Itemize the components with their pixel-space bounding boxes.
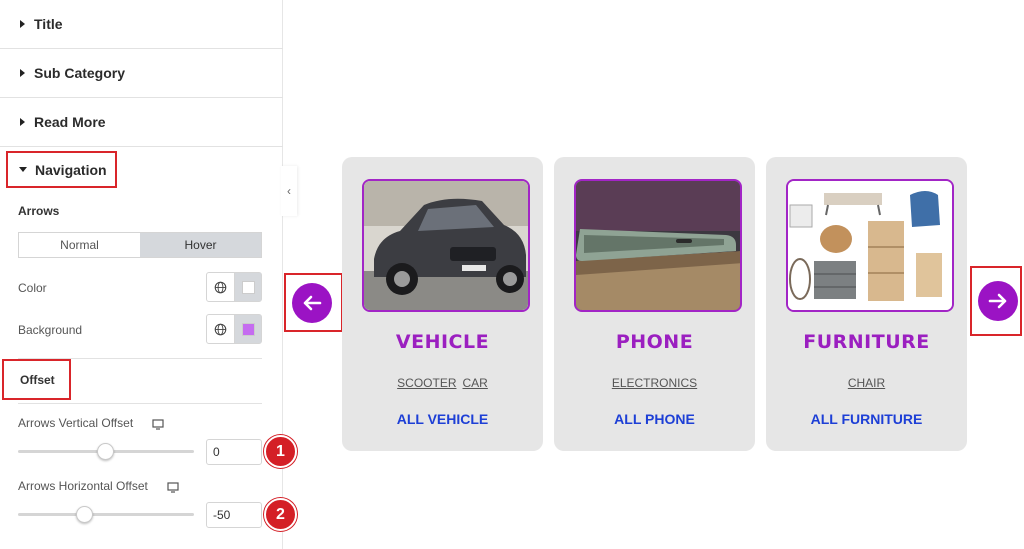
horizontal-offset-label: Arrows Horizontal Offset [18,479,148,493]
tab-normal[interactable]: Normal [19,233,140,257]
subcategory-link[interactable]: SCOOTER [397,376,456,390]
offset-heading: Offset [2,359,71,400]
background-picker[interactable] [235,315,261,343]
vertical-offset-label: Arrows Vertical Offset [18,416,134,430]
card-title: PHONE [615,331,694,353]
color-swatch [241,280,255,294]
caret-right-icon [20,118,25,126]
category-card-furniture: FURNITURE CHAIR ALL FURNITURE [766,157,967,451]
caret-down-icon [19,167,27,172]
car-photo [362,179,530,312]
phone-photo [574,179,742,312]
globe-icon[interactable] [207,273,235,301]
card-title: FURNITURE [803,331,930,353]
vertical-offset-input[interactable]: 0 [206,439,262,465]
section-read-more[interactable]: Read More [0,98,283,147]
collapse-panel-button[interactable]: ‹ [281,166,297,216]
desktop-icon[interactable] [167,480,179,498]
background-label: Background [18,323,83,337]
step-badge: 1 [264,435,297,468]
step-badge: 2 [264,498,297,531]
section-read-more-label: Read More [34,114,106,130]
card-subcategories: ELECTRONICS [554,376,755,390]
caret-right-icon [20,20,25,28]
category-card-vehicle: VEHICLE SCOOTER CAR ALL VEHICLE [342,157,543,451]
color-label: Color [18,281,47,295]
background-swatch [241,322,255,336]
section-navigation-label: Navigation [35,161,107,178]
arrow-right-icon [988,293,1007,309]
background-control [206,314,262,344]
section-sub-category[interactable]: Sub Category [0,49,283,98]
next-arrow-button[interactable] [978,281,1018,321]
horizontal-offset-slider[interactable] [18,513,194,516]
subcategory-link[interactable]: CAR [463,376,488,390]
color-picker[interactable] [235,273,261,301]
furniture-photo [786,179,954,312]
section-title-label: Title [34,16,63,32]
tab-hover[interactable]: Hover [140,233,261,257]
vertical-offset-handle[interactable] [97,443,114,460]
prev-arrow-button[interactable] [292,283,332,323]
section-title[interactable]: Title [0,0,283,49]
color-control [206,272,262,302]
subcategory-link[interactable]: ELECTRONICS [612,376,697,390]
divider [18,403,262,404]
card-subcategories: SCOOTER CAR [342,376,543,390]
arrow-left-icon [303,295,322,311]
read-more-link[interactable]: ALL PHONE [554,411,755,427]
caret-right-icon [20,69,25,77]
category-card-phone: PHONE ELECTRONICS ALL PHONE [554,157,755,451]
state-tabs: Normal Hover [18,232,262,258]
arrows-heading: Arrows [18,204,60,218]
section-navigation[interactable]: Navigation [6,151,117,188]
card-subcategories: CHAIR [766,376,967,390]
section-sub-category-label: Sub Category [34,65,126,81]
chevron-left-icon: ‹ [287,184,291,198]
globe-icon[interactable] [207,315,235,343]
card-title: VEHICLE [395,331,490,353]
settings-panel: Title Sub Category Read More Navigation … [0,0,297,549]
subcategory-link[interactable]: CHAIR [848,376,885,390]
read-more-link[interactable]: ALL VEHICLE [342,411,543,427]
read-more-link[interactable]: ALL FURNITURE [766,411,967,427]
desktop-icon[interactable] [152,417,164,435]
horizontal-offset-handle[interactable] [76,506,93,523]
horizontal-offset-input[interactable]: -50 [206,502,262,528]
